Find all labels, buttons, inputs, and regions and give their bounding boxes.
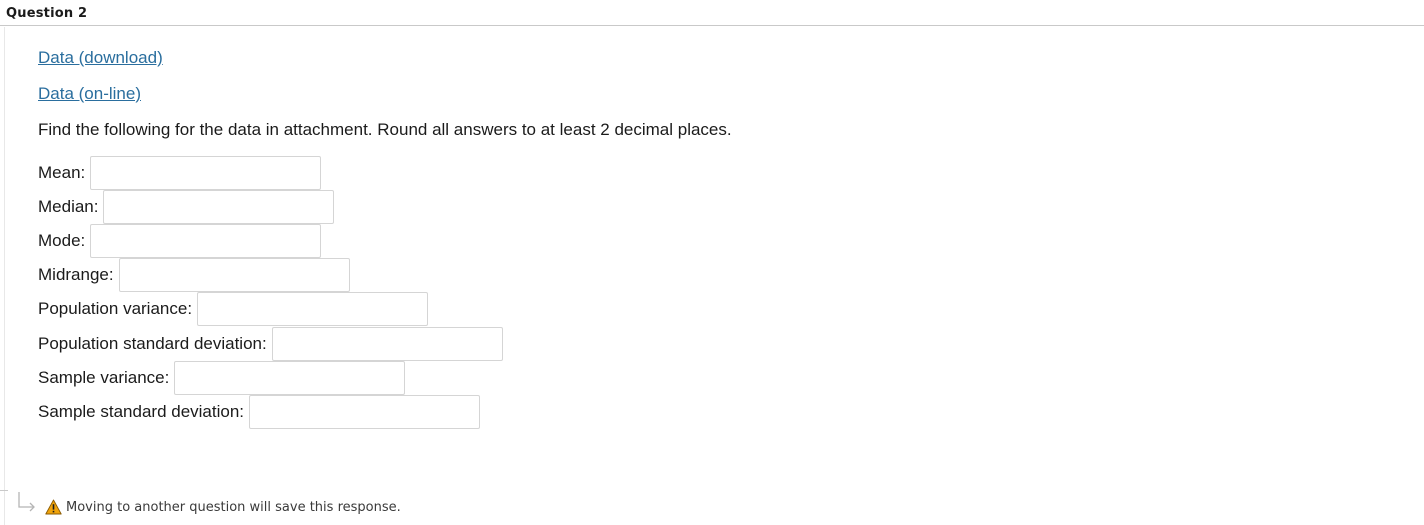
question-title: Question 2 [6,6,88,21]
field-label-sample-std-dev: Sample standard deviation: [38,402,245,421]
return-arrow-icon [16,491,38,513]
question-instruction: Find the following for the data in attac… [38,120,732,139]
sample-std-dev-input[interactable] [249,395,481,429]
field-label-mode: Mode: [38,231,86,250]
question-header: Question 2 [0,0,1424,26]
data-download-link[interactable]: Data (download) [38,48,163,68]
footer-divider [0,490,8,491]
mean-input[interactable] [90,156,322,190]
field-label-population-variance: Population variance: [38,299,193,318]
field-label-median: Median: [38,197,99,216]
field-label-sample-variance: Sample variance: [38,368,170,387]
population-variance-input[interactable] [197,292,429,326]
field-row-mode: Mode: [38,224,322,258]
field-row-population-std-dev: Population standard deviation: [38,327,503,361]
warning-icon [45,499,62,515]
autosave-message: Moving to another question will save thi… [66,500,401,515]
sample-variance-input[interactable] [174,361,406,395]
field-row-mean: Mean: [38,156,322,190]
mode-input[interactable] [90,224,322,258]
field-row-sample-variance: Sample variance: [38,361,406,395]
field-label-population-std-dev: Population standard deviation: [38,334,267,353]
field-row-median: Median: [38,190,335,224]
field-row-midrange: Midrange: [38,258,350,292]
field-label-mean: Mean: [38,163,86,182]
data-online-link[interactable]: Data (on-line) [38,84,141,104]
median-input[interactable] [103,190,335,224]
midrange-input[interactable] [118,258,350,292]
field-row-population-variance: Population variance: [38,292,429,326]
population-std-dev-input[interactable] [271,327,503,361]
field-label-midrange: Midrange: [38,265,114,284]
field-row-sample-std-dev: Sample standard deviation: [38,395,481,429]
